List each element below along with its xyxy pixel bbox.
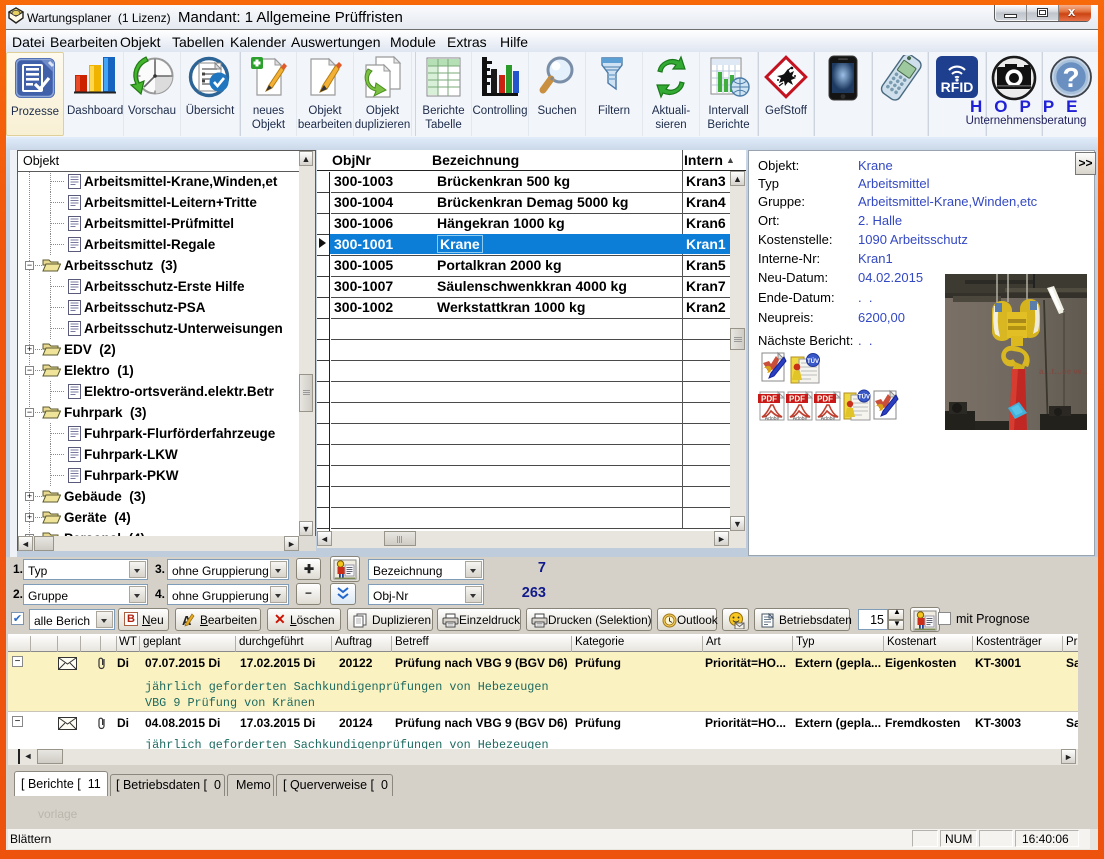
svg-text:TÜV: TÜV xyxy=(858,394,870,401)
svg-text:PDF: PDF xyxy=(789,395,805,404)
svg-text:RFID: RFID xyxy=(941,79,974,95)
svg-text:TÜV: TÜV xyxy=(807,358,819,365)
svg-text:Adobe: Adobe xyxy=(793,416,808,422)
svg-text:Adobe: Adobe xyxy=(821,416,836,422)
svg-text:PDF: PDF xyxy=(817,395,833,404)
svg-text:Adobe: Adobe xyxy=(765,416,780,422)
svg-text:?: ? xyxy=(1062,62,1079,93)
svg-text:PDF: PDF xyxy=(761,395,777,404)
svg-text:a…t…ee ve…d…: a…t…ee ve…d… xyxy=(1039,367,1087,376)
